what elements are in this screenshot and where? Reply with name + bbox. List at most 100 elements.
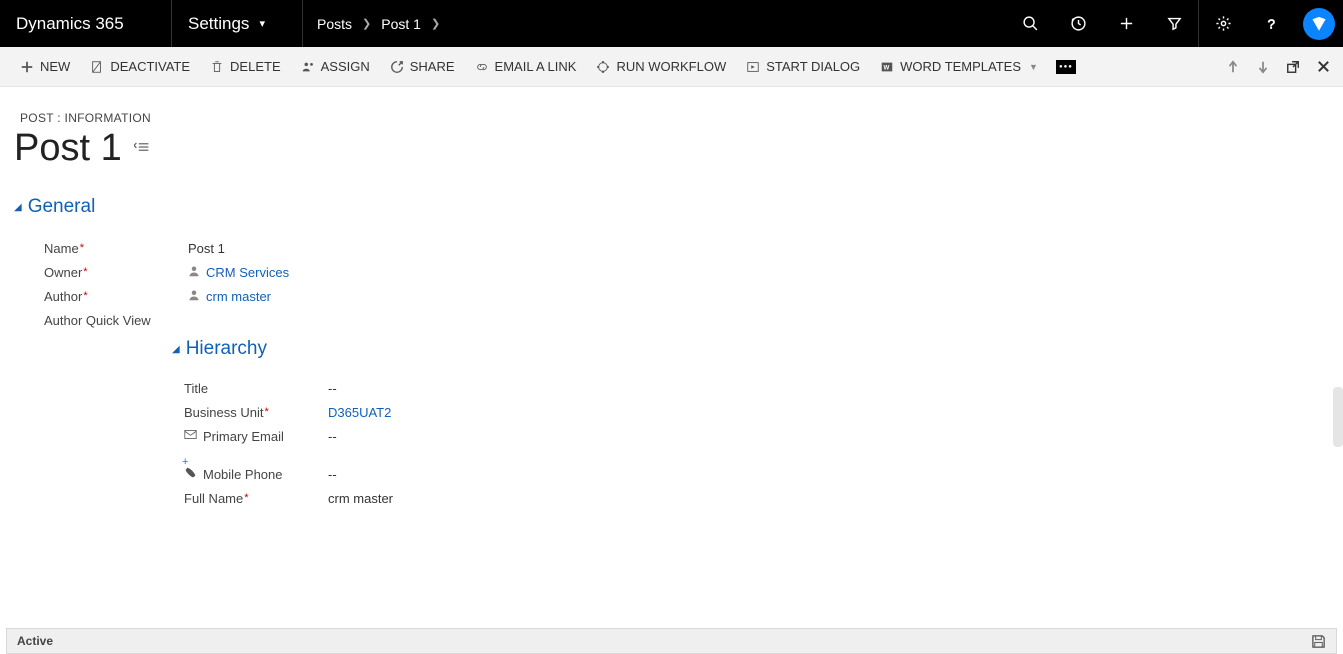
- fullname-label: Full Name: [184, 491, 243, 506]
- next-record[interactable]: [1255, 59, 1271, 75]
- link-icon: [475, 60, 489, 74]
- collapse-icon: ◢: [14, 202, 22, 213]
- new-button[interactable]: [1102, 0, 1150, 47]
- email-label: Primary Email: [203, 429, 284, 444]
- help-button[interactable]: ?: [1247, 0, 1295, 47]
- cmd-startdialog-label: START DIALOG: [766, 59, 860, 74]
- gear-icon: [1215, 15, 1232, 32]
- prev-record[interactable]: [1225, 59, 1241, 75]
- plus-icon: [1118, 15, 1135, 32]
- cmd-emaillink[interactable]: EMAIL A LINK: [465, 47, 587, 87]
- form-type-label: POST : INFORMATION: [0, 87, 1343, 125]
- author-link[interactable]: crm master: [206, 289, 271, 304]
- title-value[interactable]: --: [328, 381, 337, 396]
- cmd-share-label: SHARE: [410, 59, 455, 74]
- mobile-label: Mobile Phone: [203, 467, 283, 482]
- deactivate-icon: [90, 60, 104, 74]
- save-icon: [1311, 634, 1326, 649]
- area-switcher[interactable]: Settings ▾: [172, 0, 303, 47]
- user-badge[interactable]: [1295, 0, 1343, 47]
- phone-icon: [184, 466, 197, 482]
- required-icon: *: [83, 266, 87, 278]
- breadcrumb: Posts ❯ Post 1 ❯: [303, 0, 1006, 47]
- cmd-runworkflow[interactable]: RUN WORKFLOW: [586, 47, 736, 87]
- bu-label: Business Unit: [184, 405, 263, 420]
- recent-button[interactable]: [1054, 0, 1102, 47]
- crumb-posts[interactable]: Posts: [317, 16, 352, 32]
- aqv-label: Author Quick View: [44, 313, 151, 328]
- form-body: POST : INFORMATION Post 1 ◢ General Name…: [0, 87, 1343, 626]
- chevron-right-icon: ❯: [362, 17, 371, 30]
- required-icon: *: [83, 290, 87, 302]
- recommended-icon: +: [182, 456, 188, 468]
- general-fields: Name* Post 1 Owner* CRM Services Author*…: [0, 218, 1343, 332]
- funnel-icon: [1166, 15, 1183, 32]
- search-button[interactable]: [1006, 0, 1054, 47]
- brand[interactable]: Dynamics 365: [0, 0, 172, 47]
- fullname-value[interactable]: crm master: [328, 491, 393, 506]
- global-tools: ?: [1006, 0, 1343, 47]
- owner-link[interactable]: CRM Services: [206, 265, 289, 280]
- owner-label: Owner: [44, 265, 82, 280]
- mail-icon: [184, 428, 197, 444]
- cmd-runworkflow-label: RUN WORKFLOW: [616, 59, 726, 74]
- record-nav: [1225, 59, 1333, 75]
- cmd-new[interactable]: NEW: [10, 47, 80, 87]
- name-label: Name: [44, 241, 79, 256]
- cmd-share[interactable]: SHARE: [380, 47, 465, 87]
- close-button[interactable]: [1315, 59, 1331, 75]
- bu-link[interactable]: D365UAT2: [328, 405, 391, 420]
- status-bar: Active: [6, 628, 1337, 654]
- chevron-down-icon: ▾: [259, 17, 265, 30]
- chevron-right-icon: ❯: [431, 17, 440, 30]
- cmd-wordtemplates-label: WORD TEMPLATES: [900, 59, 1021, 74]
- scrollbar[interactable]: [1333, 387, 1343, 447]
- avatar: [1303, 8, 1335, 40]
- section-general-label: General: [28, 196, 96, 218]
- form-selector-icon: [134, 141, 150, 153]
- dialog-icon: [746, 60, 760, 74]
- crumb-post1[interactable]: Post 1: [381, 16, 421, 32]
- required-icon: *: [244, 492, 248, 504]
- ellipsis-icon: ●●●: [1059, 64, 1073, 70]
- cmd-assign-label: ASSIGN: [321, 59, 370, 74]
- global-nav: Dynamics 365 Settings ▾ Posts ❯ Post 1 ❯…: [0, 0, 1343, 47]
- status-text: Active: [17, 634, 53, 648]
- plus-icon: [20, 60, 34, 74]
- save-button[interactable]: [1311, 634, 1326, 649]
- diamond-icon: [1310, 15, 1328, 33]
- cmd-wordtemplates[interactable]: W WORD TEMPLATES ▼: [870, 47, 1048, 87]
- cmd-overflow[interactable]: ●●●: [1056, 60, 1076, 74]
- cmd-delete-label: DELETE: [230, 59, 281, 74]
- email-value[interactable]: --: [328, 429, 337, 444]
- section-hierarchy[interactable]: ◢ Hierarchy: [0, 332, 1343, 360]
- cmd-startdialog[interactable]: START DIALOG: [736, 47, 870, 87]
- collapse-icon: ◢: [172, 344, 180, 355]
- workflow-icon: [596, 60, 610, 74]
- section-general[interactable]: ◢ General: [0, 170, 1343, 218]
- author-label: Author: [44, 289, 82, 304]
- cmd-deactivate[interactable]: DEACTIVATE: [80, 47, 200, 87]
- word-icon: W: [880, 60, 894, 74]
- title-label: Title: [184, 381, 208, 396]
- popout[interactable]: [1285, 59, 1301, 75]
- settings-button[interactable]: [1199, 0, 1247, 47]
- name-value[interactable]: Post 1: [188, 241, 225, 256]
- cmd-assign[interactable]: ASSIGN: [291, 47, 380, 87]
- cmd-delete[interactable]: DELETE: [200, 47, 291, 87]
- trash-icon: [210, 60, 224, 74]
- svg-text:?: ?: [1268, 16, 1275, 31]
- required-icon: *: [264, 406, 268, 418]
- record-title: Post 1: [14, 127, 122, 170]
- clock-icon: [1070, 15, 1087, 32]
- form-selector[interactable]: [134, 141, 150, 156]
- share-icon: [390, 60, 404, 74]
- cmd-new-label: NEW: [40, 59, 70, 74]
- mobile-value[interactable]: --: [328, 467, 337, 482]
- person-icon: [188, 265, 200, 280]
- hierarchy-fields: Title -- Business Unit* D365UAT2 Primary…: [0, 360, 1343, 510]
- command-bar: NEW DEACTIVATE DELETE ASSIGN SHARE EMAIL…: [0, 47, 1343, 87]
- filter-button[interactable]: [1150, 0, 1198, 47]
- required-icon: *: [80, 242, 84, 254]
- assign-icon: [301, 60, 315, 74]
